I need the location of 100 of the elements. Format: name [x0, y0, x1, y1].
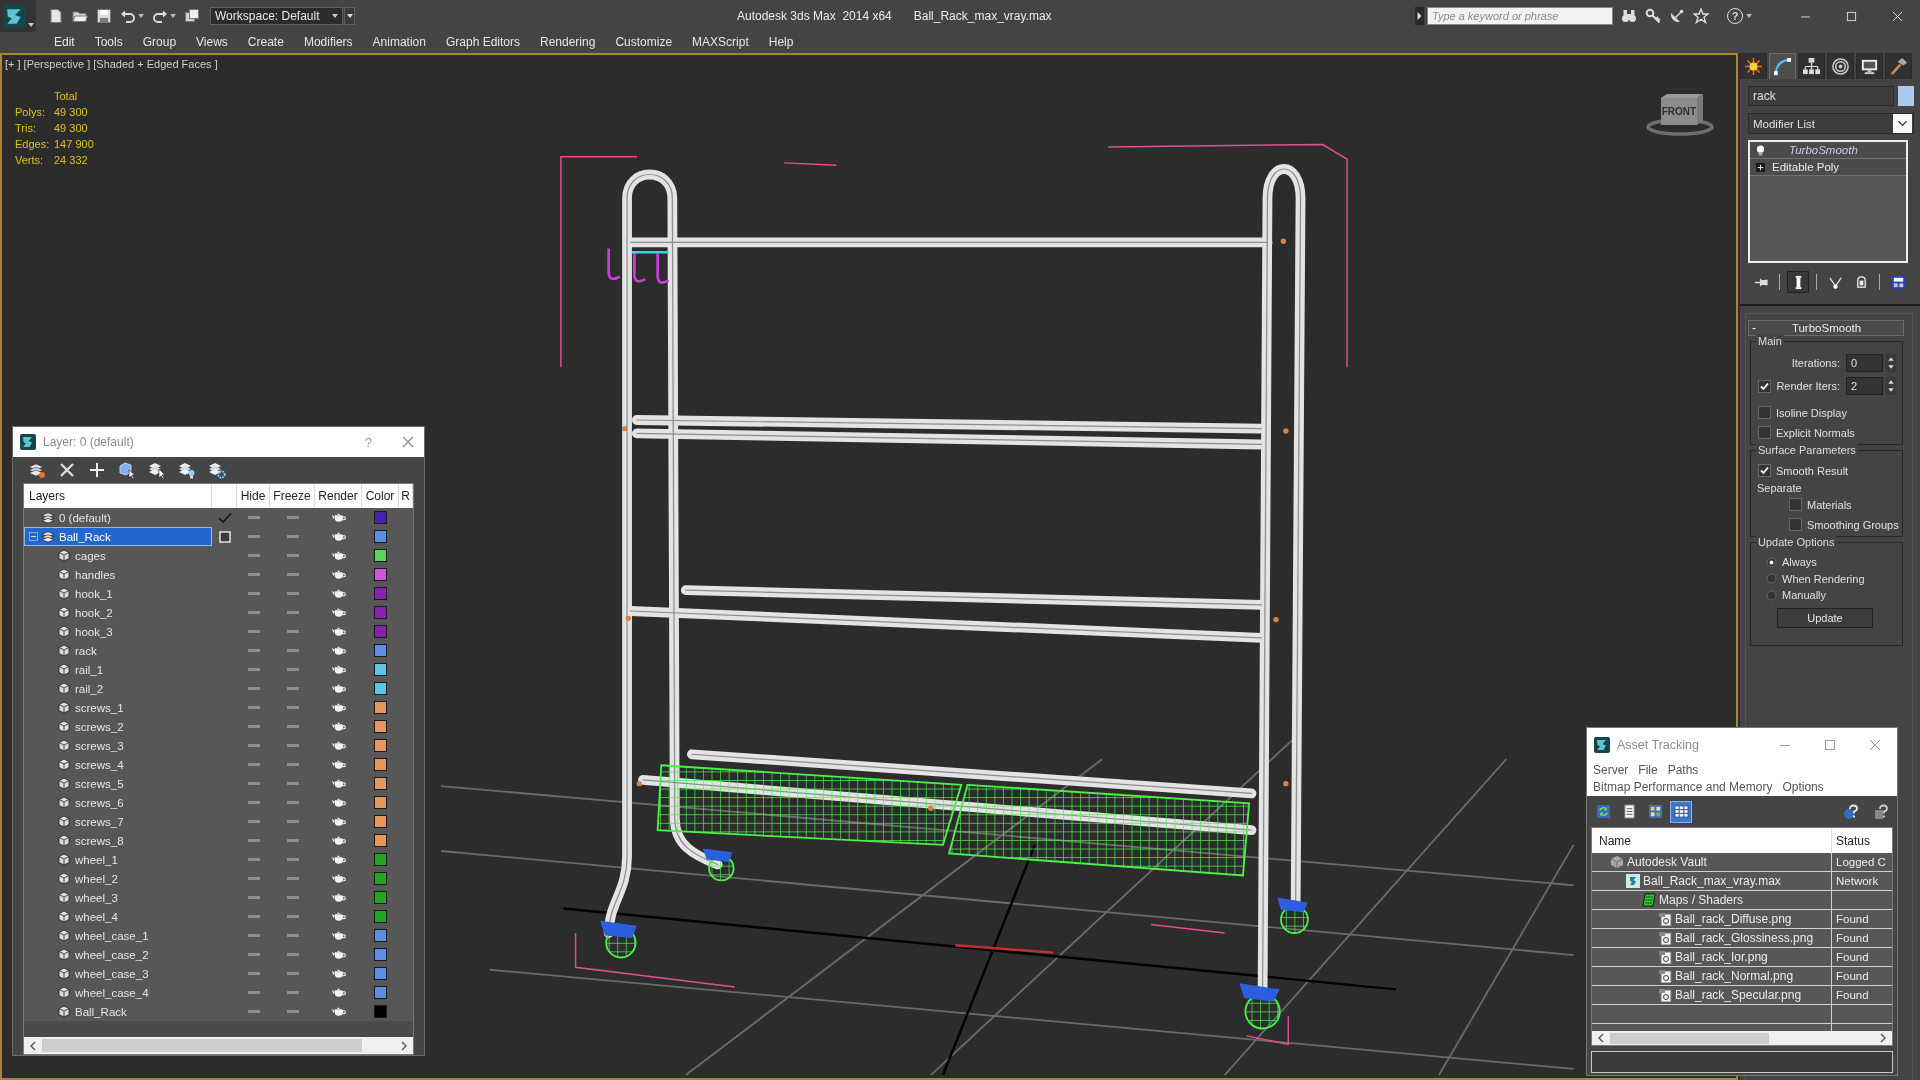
column-header[interactable]: Name	[1592, 828, 1832, 853]
teapot-icon[interactable]	[331, 949, 346, 960]
minus-box-icon[interactable]	[28, 532, 38, 541]
spinner-arrows-icon[interactable]	[1885, 377, 1897, 395]
square-icon[interactable]	[218, 530, 231, 543]
asset-item[interactable]: Maps / Shaders	[1642, 893, 1746, 907]
column-header[interactable]: Status	[1832, 828, 1892, 853]
checkbox[interactable]	[1758, 406, 1771, 419]
menu-item[interactable]: Tools	[84, 33, 133, 52]
table-view-button[interactable]	[1670, 800, 1692, 823]
viewport-menu-label[interactable]: [+ ]	[5, 58, 21, 70]
menu-item[interactable]: Bitmap Performance and Memory	[1593, 780, 1773, 795]
expand-search-icon[interactable]	[1415, 7, 1424, 25]
redo-icon[interactable]	[152, 8, 168, 24]
workspace-menu-button[interactable]	[344, 7, 355, 25]
chevron-right-icon[interactable]	[1879, 1033, 1887, 1043]
undo-icon[interactable]	[120, 8, 136, 24]
layers-gear-icon[interactable]	[208, 461, 226, 479]
viewport-menu-label[interactable]: [Shaded + Edged Faces ]	[93, 58, 218, 70]
checkbox-label[interactable]: Smoothing Groups	[1807, 518, 1899, 531]
plus-box-icon[interactable]	[1756, 161, 1765, 173]
teapot-icon[interactable]	[331, 835, 346, 846]
help-globe-icon[interactable]	[1843, 803, 1859, 820]
checkmark-icon[interactable]	[217, 511, 232, 524]
open-folder-icon[interactable]	[72, 8, 88, 24]
save-icon[interactable]	[96, 8, 112, 24]
color-swatch[interactable]	[374, 967, 387, 980]
horizontal-scrollbar[interactable]	[1592, 1031, 1892, 1045]
checkbox[interactable]	[1758, 426, 1771, 439]
menu-item[interactable]: Graph Editors	[435, 33, 530, 52]
hierarchy-tab[interactable]	[1798, 53, 1825, 79]
teapot-icon[interactable]	[331, 702, 346, 713]
menu-item[interactable]: Server	[1593, 762, 1629, 777]
teapot-icon[interactable]	[331, 797, 346, 808]
menu-item[interactable]: Options	[1782, 780, 1824, 795]
color-swatch[interactable]	[374, 568, 387, 581]
color-swatch[interactable]	[374, 663, 387, 676]
modifier-list-dropdown[interactable]: Modifier List	[1748, 113, 1914, 134]
color-swatch[interactable]	[374, 587, 387, 600]
color-swatch[interactable]	[374, 511, 387, 524]
teapot-icon[interactable]	[331, 778, 346, 789]
close-icon[interactable]	[402, 436, 414, 448]
teapot-icon[interactable]	[331, 569, 346, 580]
color-swatch[interactable]	[374, 644, 387, 657]
color-swatch[interactable]	[374, 739, 387, 752]
teapot-icon[interactable]	[331, 892, 346, 903]
color-swatch[interactable]	[374, 720, 387, 733]
radio-button[interactable]	[1766, 556, 1777, 568]
binoculars-icon[interactable]	[1621, 8, 1637, 24]
teapot-icon[interactable]	[331, 873, 346, 884]
menu-item[interactable]: MAXScript	[682, 33, 759, 52]
update-button[interactable]: Update	[1777, 607, 1873, 628]
create-tab[interactable]	[1740, 53, 1767, 79]
color-swatch[interactable]	[374, 701, 387, 714]
checkbox-label[interactable]: Isoline Display	[1776, 406, 1847, 419]
scrollbar-thumb[interactable]	[1610, 1032, 1769, 1044]
asset-item[interactable]: Ball_rack_Diffuse.png	[1658, 912, 1794, 926]
teapot-icon[interactable]	[331, 664, 346, 675]
stack-item[interactable]: TurboSmooth	[1750, 142, 1906, 159]
menu-item[interactable]: Help	[758, 33, 804, 52]
teapot-icon[interactable]	[331, 816, 346, 827]
spinner-field[interactable]: 0	[1846, 354, 1883, 372]
teapot-icon[interactable]	[331, 740, 346, 751]
color-swatch[interactable]	[374, 834, 387, 847]
menu-item[interactable]: Modifiers	[293, 33, 363, 52]
maximize-icon[interactable]	[1824, 738, 1836, 751]
asset-item[interactable]: Ball_rack_Normal.png	[1658, 969, 1796, 983]
color-swatch[interactable]	[374, 625, 387, 638]
checkbox-label[interactable]: Smooth Result	[1776, 464, 1849, 477]
teapot-icon[interactable]	[331, 911, 346, 922]
menu-item[interactable]: Group	[132, 33, 187, 52]
lightbulb-icon[interactable]	[1756, 144, 1765, 156]
color-swatch[interactable]	[374, 606, 387, 619]
teapot-icon[interactable]	[331, 930, 346, 941]
teapot-icon[interactable]	[331, 987, 346, 998]
application-button[interactable]	[0, 0, 36, 32]
caret-icon[interactable]	[170, 14, 176, 18]
teapot-icon[interactable]	[331, 512, 346, 523]
chevron-left-icon[interactable]	[1597, 1033, 1605, 1043]
chevron-right-icon[interactable]	[400, 1040, 408, 1051]
menu-item[interactable]: Customize	[605, 33, 683, 52]
teapot-icon[interactable]	[331, 645, 346, 656]
teapot-icon[interactable]	[331, 759, 346, 770]
display-tab[interactable]	[1856, 53, 1883, 79]
new-file-icon[interactable]	[48, 8, 64, 24]
object-name-field[interactable]: rack	[1748, 86, 1894, 106]
teapot-icon[interactable]	[331, 550, 346, 561]
teapot-icon[interactable]	[331, 968, 346, 979]
menu-item[interactable]: Views	[186, 33, 238, 52]
viewcube-icon[interactable]	[1646, 94, 1714, 136]
motion-tab[interactable]	[1827, 53, 1854, 79]
search-field[interactable]: Type a keyword or phrase	[1427, 7, 1613, 25]
color-swatch[interactable]	[374, 948, 387, 961]
color-swatch[interactable]	[374, 853, 387, 866]
radio-button[interactable]	[1766, 573, 1777, 585]
utilities-tab[interactable]	[1885, 53, 1912, 79]
close-icon[interactable]	[1869, 738, 1881, 751]
path-field[interactable]	[1591, 1051, 1893, 1073]
color-swatch[interactable]	[374, 815, 387, 828]
teapot-icon[interactable]	[331, 854, 346, 865]
